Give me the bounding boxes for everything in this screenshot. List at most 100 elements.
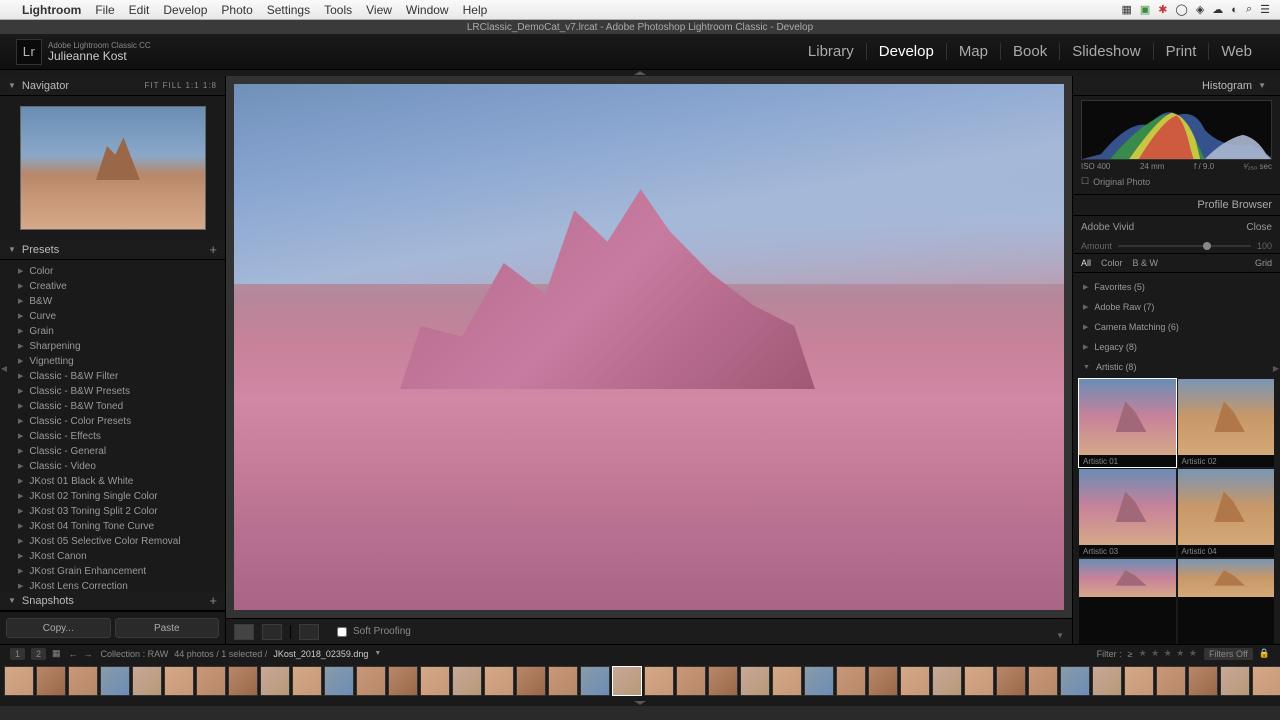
filmstrip-thumb[interactable] (260, 666, 290, 696)
filmstrip-thumb[interactable] (420, 666, 450, 696)
filmstrip-thumb[interactable] (580, 666, 610, 696)
filmstrip-thumb[interactable] (740, 666, 770, 696)
filmstrip-thumb[interactable] (36, 666, 66, 696)
grid-view-icon[interactable]: ▦ (52, 648, 61, 659)
filmstrip-thumb[interactable] (708, 666, 738, 696)
tray-icon[interactable]: ◐ (1231, 4, 1238, 16)
filmstrip-thumb[interactable] (68, 666, 98, 696)
preset-item[interactable]: ▶Classic - General (0, 444, 225, 459)
search-icon[interactable]: ⌕ (1246, 3, 1252, 16)
filmstrip-thumb[interactable] (516, 666, 546, 696)
navigator-header[interactable]: ▼ Navigator FIT FILL 1:1 1:8 (0, 76, 225, 96)
preset-item[interactable]: ▶JKost 05 Selective Color Removal (0, 534, 225, 549)
filmstrip-thumb[interactable] (484, 666, 514, 696)
right-panel-toggle[interactable]: ▶ (1272, 360, 1280, 376)
module-map[interactable]: Map (947, 43, 1001, 60)
menu-view[interactable]: View (366, 3, 392, 17)
filmstrip-thumb[interactable] (1124, 666, 1154, 696)
copy-button[interactable]: Copy... (6, 618, 111, 638)
filmstrip-thumb[interactable] (292, 666, 322, 696)
module-book[interactable]: Book (1001, 43, 1060, 60)
menu-settings[interactable]: Settings (267, 3, 310, 17)
chevron-down-icon[interactable]: ▼ (374, 650, 381, 657)
profile-thumb[interactable] (1079, 559, 1176, 644)
histogram-header[interactable]: Histogram ▼ (1073, 76, 1280, 96)
before-after-button[interactable] (262, 624, 282, 640)
filmstrip-thumb[interactable] (772, 666, 802, 696)
filmstrip-thumb[interactable] (196, 666, 226, 696)
tray-icon[interactable]: ▣ (1140, 3, 1150, 16)
menubar-app[interactable]: Lightroom (22, 3, 81, 17)
preset-item[interactable]: ▶Creative (0, 279, 225, 294)
menu-tools[interactable]: Tools (324, 3, 352, 17)
paste-button[interactable]: Paste (115, 618, 220, 638)
filmstrip-thumb[interactable] (1028, 666, 1058, 696)
profile-group[interactable]: ▶Favorites (5) (1073, 277, 1280, 297)
preset-item[interactable]: ▶JKost Lens Correction (0, 579, 225, 591)
filter-stars[interactable]: ★ ★ ★ ★ ★ (1139, 648, 1198, 659)
preset-item[interactable]: ▶Color (0, 264, 225, 279)
amount-slider[interactable] (1118, 245, 1251, 247)
profile-group-open[interactable]: ▼Artistic (8) (1073, 357, 1280, 377)
nav-back[interactable]: ← (67, 649, 80, 659)
navigator-preview[interactable] (0, 96, 225, 240)
filmstrip-thumb[interactable] (1060, 666, 1090, 696)
filter-bw[interactable]: B & W (1133, 258, 1159, 268)
filmstrip-thumb[interactable] (388, 666, 418, 696)
filmstrip-thumb[interactable] (100, 666, 130, 696)
filters-off[interactable]: Filters Off (1204, 648, 1253, 660)
profile-thumb[interactable]: Artistic 03 (1079, 469, 1176, 557)
filmstrip-thumb[interactable] (132, 666, 162, 696)
menu-edit[interactable]: Edit (129, 3, 150, 17)
module-slideshow[interactable]: Slideshow (1060, 43, 1153, 60)
filmstrip-thumb[interactable] (4, 666, 34, 696)
filmstrip-thumb[interactable] (1220, 666, 1250, 696)
filter-all[interactable]: All (1081, 258, 1091, 268)
soft-proofing[interactable]: Soft Proofing (337, 626, 411, 637)
preset-item[interactable]: ▶JKost Grain Enhancement (0, 564, 225, 579)
preset-item[interactable]: ▶Classic - Video (0, 459, 225, 474)
filmstrip-thumb[interactable] (1092, 666, 1122, 696)
menu-help[interactable]: Help (463, 3, 488, 17)
original-photo-toggle[interactable]: ☐ Original Photo (1081, 173, 1272, 190)
preset-item[interactable]: ▶Vignetting (0, 354, 225, 369)
preset-item[interactable]: ▶Grain (0, 324, 225, 339)
profile-group[interactable]: ▶Adobe Raw (7) (1073, 297, 1280, 317)
snapshots-header[interactable]: ▼ Snapshots + (0, 591, 225, 611)
close-button[interactable]: Close (1246, 222, 1272, 233)
presets-header[interactable]: ▼ Presets + (0, 240, 225, 260)
filmstrip-thumb[interactable] (164, 666, 194, 696)
menu-develop[interactable]: Develop (163, 3, 207, 17)
filmstrip-thumb[interactable] (932, 666, 962, 696)
tray-icon[interactable]: ◈ (1196, 3, 1204, 16)
filmstrip-thumb[interactable] (644, 666, 674, 696)
module-develop[interactable]: Develop (867, 43, 947, 60)
flag-button[interactable] (299, 624, 319, 640)
filmstrip-thumb[interactable] (228, 666, 258, 696)
soft-proof-checkbox[interactable] (337, 627, 347, 637)
filmstrip-thumb[interactable] (1188, 666, 1218, 696)
toolbar-expand[interactable]: ▼ (1056, 631, 1064, 640)
menu-window[interactable]: Window (406, 3, 449, 17)
filmstrip-thumb[interactable] (1156, 666, 1186, 696)
filmstrip-thumb[interactable] (452, 666, 482, 696)
filmstrip-thumb[interactable] (612, 666, 642, 696)
preset-item[interactable]: ▶Classic - B&W Filter (0, 369, 225, 384)
profile-thumb[interactable]: Artistic 04 (1178, 469, 1275, 557)
filmstrip-thumb[interactable] (356, 666, 386, 696)
filmstrip-thumb[interactable] (964, 666, 994, 696)
profile-thumb[interactable] (1178, 559, 1275, 644)
filmstrip-thumb[interactable] (548, 666, 578, 696)
filmstrip-thumb[interactable] (1252, 666, 1280, 696)
collection-label[interactable]: Collection : RAW (101, 649, 169, 659)
preset-item[interactable]: ▶JKost 04 Toning Tone Curve (0, 519, 225, 534)
preset-item[interactable]: ▶Sharpening (0, 339, 225, 354)
preset-item[interactable]: ▶Classic - Color Presets (0, 414, 225, 429)
tray-icon[interactable]: ☰ (1260, 3, 1270, 16)
module-library[interactable]: Library (796, 43, 867, 60)
bottom-panel-grip[interactable] (0, 700, 1280, 706)
preset-item[interactable]: ▶JKost 03 Toning Split 2 Color (0, 504, 225, 519)
module-web[interactable]: Web (1209, 43, 1264, 60)
display-badge[interactable]: 1 (10, 648, 25, 660)
profile-group[interactable]: ▶Camera Matching (6) (1073, 317, 1280, 337)
